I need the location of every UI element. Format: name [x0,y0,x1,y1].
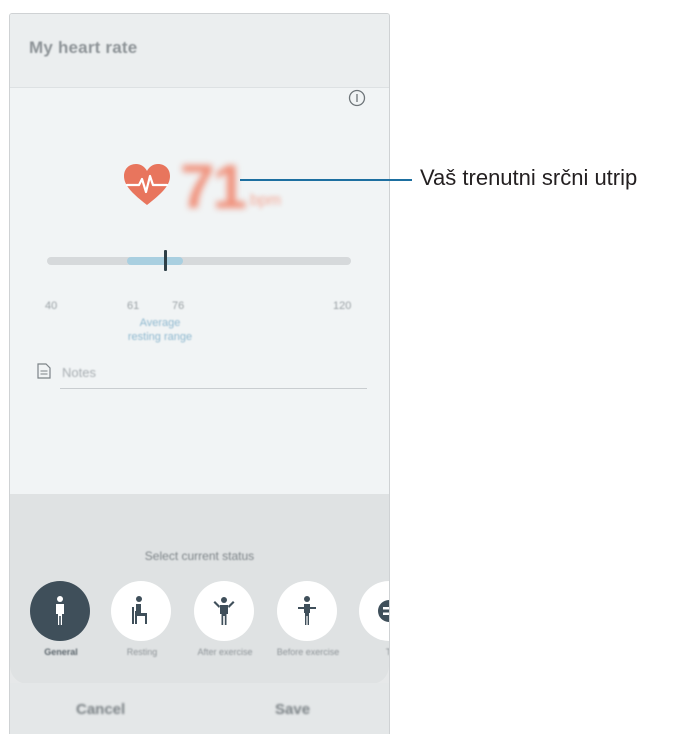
person-stretching-icon [298,596,316,625]
status-label-general: General [44,647,78,657]
status-circle-before-exercise[interactable] [277,581,337,641]
average-resting-range-band [127,257,183,265]
notes-input[interactable]: Notes [62,365,96,380]
page-title: My heart rate [29,38,138,57]
notes-underline [60,388,367,389]
range-tick-avg-high: 76 [172,300,185,312]
heart-rate-range-bar [47,257,351,265]
callout-label: Vaš trenutni srčni utrip [420,165,638,190]
notes-icon [37,363,51,379]
status-label-after-exercise: After exercise [197,647,253,657]
status-title: Select current status [144,549,255,563]
status-label-more: Tr [345,647,389,658]
status-item-general[interactable]: General [30,581,94,657]
cancel-button[interactable]: Cancel [76,701,125,718]
callout-line [240,179,412,181]
average-range-label: Average resting range [110,316,210,344]
status-selector: Select current status General Resting Af… [10,494,389,684]
app-bar: My heart rate [10,14,389,88]
average-range-label-line2: resting range [127,331,193,343]
status-circle-more[interactable] [359,581,389,641]
status-item-resting[interactable]: Resting [111,581,175,657]
heart-rate-icon [124,164,170,205]
status-item-more[interactable]: Tr [359,581,389,657]
phone-screen: My heart rate 71 bpm 40 61 76 120 Averag… [9,13,390,734]
more-icon [378,600,389,622]
heart-rate-value: 71 [180,153,247,222]
range-tick-avg-low: 61 [127,300,140,312]
person-flexing-icon [213,597,235,625]
heart-rate-unit: bpm [250,192,282,209]
range-tick-max: 120 [333,300,352,312]
save-button[interactable]: Save [275,701,310,718]
person-standing-icon [56,596,64,625]
current-rate-marker [164,250,167,271]
status-label-before-exercise: Before exercise [276,647,340,657]
info-icon[interactable] [348,89,366,107]
average-range-label-line1: Average [139,317,181,329]
footer-bar: Cancel Save [10,683,389,734]
status-label-resting: Resting [126,647,158,657]
status-circle-resting[interactable] [111,581,171,641]
person-sitting-icon [132,596,147,624]
status-item-after-exercise[interactable]: After exercise [194,581,258,657]
status-circle-general[interactable] [30,581,90,641]
range-tick-min: 40 [45,300,58,312]
status-circle-after-exercise[interactable] [194,581,254,641]
status-item-before-exercise[interactable]: Before exercise [277,581,341,657]
